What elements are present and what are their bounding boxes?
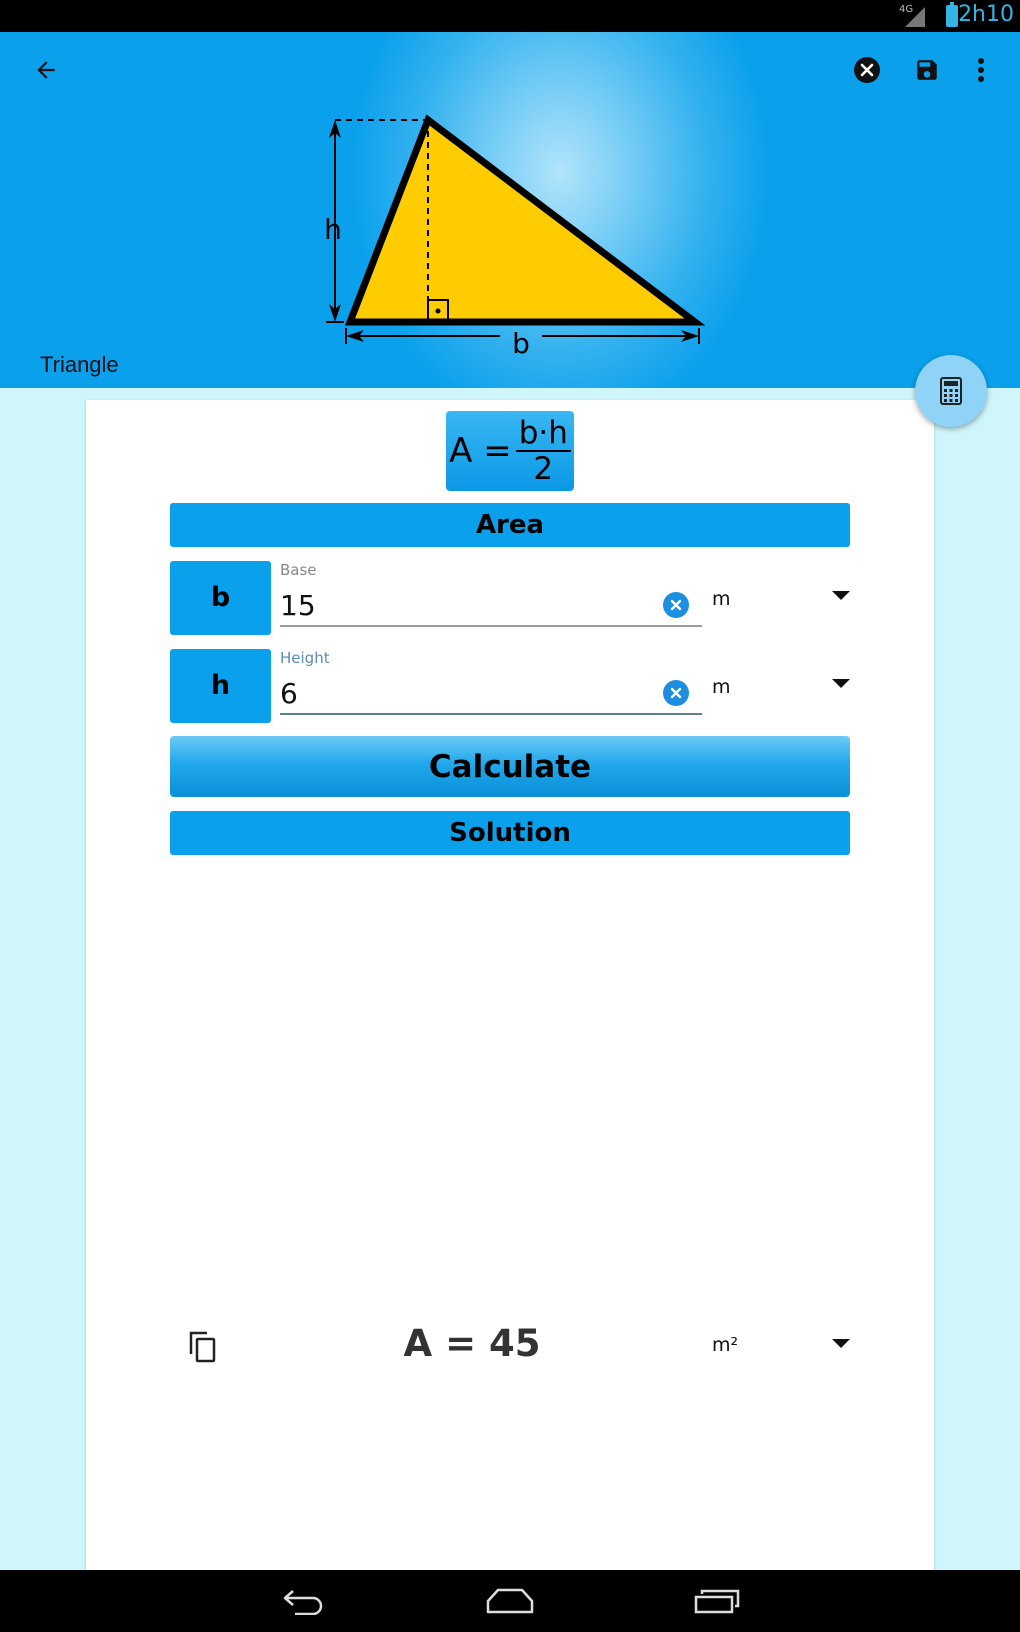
base-unit-dropdown-icon[interactable] [832, 591, 850, 600]
nav-back-icon[interactable] [263, 1578, 343, 1624]
back-arrow-icon[interactable] [22, 46, 70, 94]
base-label: b [512, 327, 530, 360]
base-field-label: Base [280, 561, 317, 579]
formula-denominator: 2 [533, 450, 554, 487]
height-unit-dropdown-icon[interactable] [832, 679, 850, 688]
system-nav-bar [0, 1570, 1020, 1632]
copy-icon[interactable] [188, 1330, 218, 1364]
formula-fraction: b·h 2 [515, 417, 571, 487]
nav-home-icon[interactable] [470, 1578, 550, 1624]
height-field-label: Height [280, 649, 330, 667]
solution-section-header: Solution [170, 811, 850, 855]
status-time: 2h10 [958, 2, 1014, 27]
formula-lhs: A = [449, 431, 512, 471]
result-unit-select[interactable]: m² [712, 1334, 738, 1356]
save-icon[interactable] [903, 46, 951, 94]
base-symbol-badge: b [170, 561, 271, 635]
formula-numerator: b·h [515, 417, 571, 452]
status-bar: 4G 2h10 [0, 0, 1020, 32]
more-vert-icon[interactable] [957, 46, 1005, 94]
area-section-header: Area [170, 503, 850, 547]
page-title: Triangle [40, 352, 119, 377]
height-clear-icon[interactable] [663, 680, 689, 706]
formula-button[interactable]: A = b·h 2 [446, 411, 574, 491]
height-input[interactable] [280, 673, 702, 715]
cell-signal-icon: 4G [899, 4, 925, 27]
result-value: A = 45 [403, 1322, 541, 1365]
triangle-diagram: h b [324, 114, 706, 360]
base-unit-select[interactable]: m [712, 588, 731, 610]
height-unit-select[interactable]: m [712, 676, 731, 698]
base-input[interactable] [280, 585, 702, 627]
height-label: h [324, 213, 342, 246]
result-unit-dropdown-icon[interactable] [832, 1339, 850, 1348]
calculate-button[interactable]: Calculate [170, 736, 850, 797]
base-clear-icon[interactable] [663, 592, 689, 618]
app-header: h b Triangle [0, 32, 1020, 388]
nav-recents-icon[interactable] [677, 1578, 757, 1624]
clear-icon[interactable] [843, 46, 891, 94]
height-symbol-badge: h [170, 649, 271, 723]
calculator-fab[interactable] [915, 355, 987, 427]
battery-icon [946, 2, 958, 27]
calculator-icon [940, 377, 962, 405]
